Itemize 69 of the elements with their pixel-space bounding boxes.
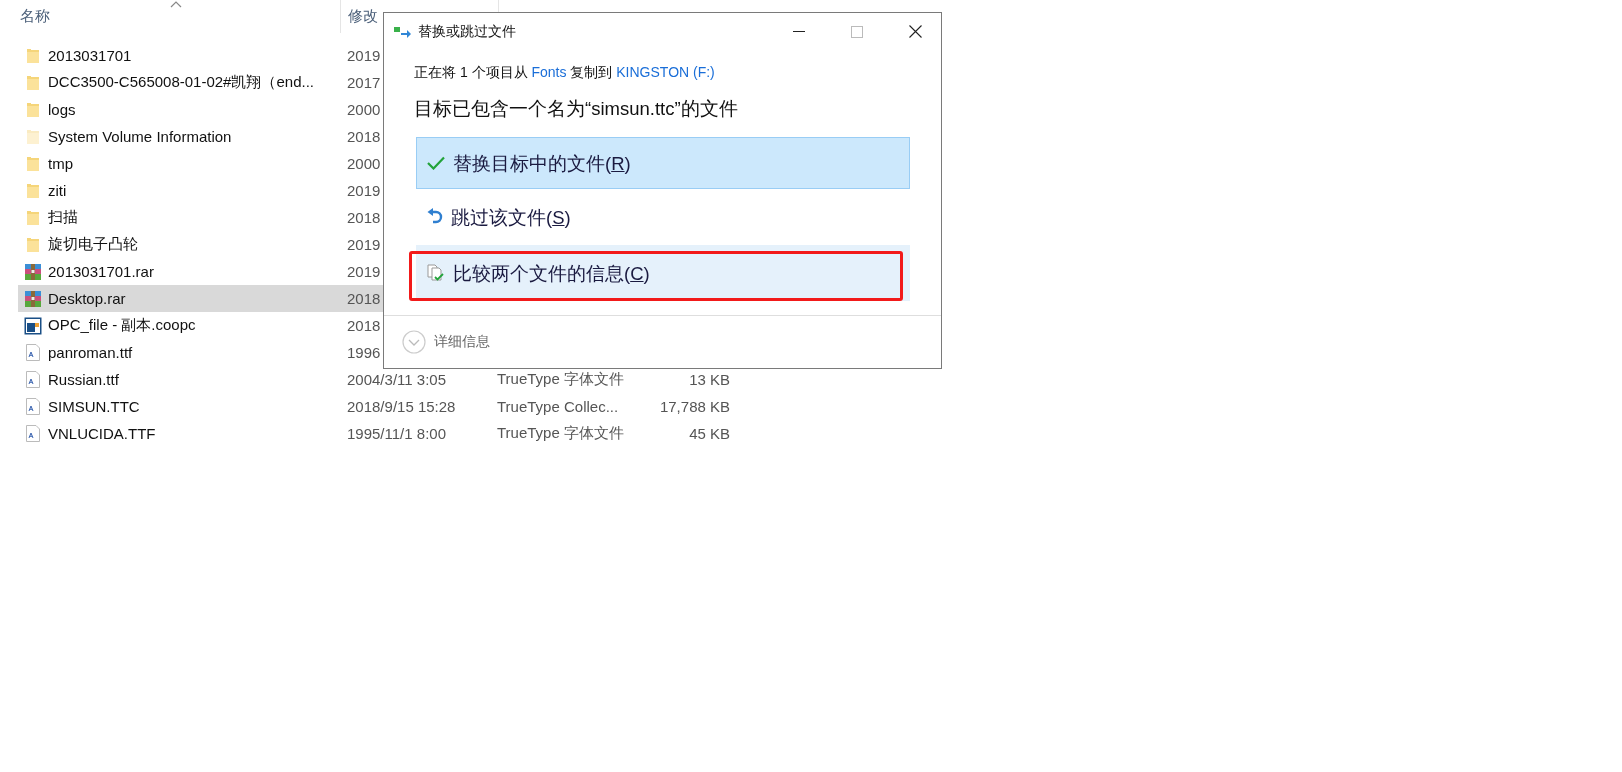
column-header[interactable]: 名称 — [20, 7, 50, 26]
file-name: VNLUCIDA.TTF — [48, 425, 156, 442]
minimize-icon[interactable] — [793, 30, 805, 33]
archive-icon — [24, 289, 42, 308]
file-size: 13 KB — [689, 371, 730, 388]
file-type: TrueType 字体文件 — [497, 424, 624, 443]
close-icon[interactable] — [909, 25, 922, 38]
folder-icon — [26, 128, 40, 145]
file-date: 2018 — [347, 290, 381, 307]
file-name: SIMSUN.TTC — [48, 398, 140, 415]
file-date: 2018 — [347, 209, 381, 226]
conflict-message: 目标已包含一个名为“simsun.ttc”的文件 — [414, 97, 739, 121]
folder-icon — [26, 47, 40, 64]
file-name: OPC_file - 副本.coopc — [48, 316, 196, 335]
details-toggle[interactable]: 详细信息 — [402, 330, 490, 354]
file-name: 扫描 — [48, 208, 78, 227]
file-name: 2013031701 — [48, 47, 132, 64]
font-file-icon — [26, 398, 40, 415]
source-link[interactable]: Fonts — [531, 64, 567, 80]
folder-icon — [26, 155, 40, 172]
undo-arrow-icon — [427, 208, 443, 226]
file-row[interactable]: VNLUCIDA.TTF 1995/11/1 8:00 TrueType 字体文件 45 KB — [18, 420, 740, 447]
file-type: TrueType Collec... — [497, 398, 619, 415]
file-row[interactable]: Russian.ttf 2004/3/11 3:05 TrueType 字体文件 13 KB — [18, 366, 740, 393]
file-date: 2019 — [347, 182, 381, 199]
file-name: System Volume Information — [48, 128, 232, 145]
option-button[interactable]: 替换目标中的文件(R) — [416, 137, 910, 189]
folder-icon — [26, 182, 40, 199]
folder-icon — [26, 101, 40, 118]
destination-link[interactable]: KINGSTON (F:) — [616, 64, 715, 80]
folder-icon — [26, 74, 40, 91]
copy-status-text: 正在将 1 个项目从 Fonts 复制到 KINGSTON (F:) — [414, 64, 716, 82]
file-date: 2018 — [347, 317, 381, 334]
file-date: 2004/3/11 3:05 — [347, 371, 446, 388]
file-name: Russian.ttf — [48, 371, 119, 388]
file-size: 45 KB — [689, 425, 730, 442]
app-icon — [24, 316, 42, 335]
file-name: 旋切电子凸轮 — [48, 235, 138, 254]
file-date: 1996 — [347, 344, 381, 361]
checkmark-icon — [427, 156, 445, 170]
archive-icon — [24, 262, 42, 281]
file-name: tmp — [48, 155, 73, 172]
copy-icon — [394, 25, 412, 38]
column-header[interactable]: 修改 — [348, 7, 378, 26]
file-name: panroman.ttf — [48, 344, 133, 361]
font-file-icon — [26, 371, 40, 388]
file-name: DCC3500-C565008-01-02#凯翔（end... — [48, 73, 314, 92]
file-name: 2013031701.rar — [48, 263, 154, 280]
compare-files-icon — [427, 264, 445, 282]
font-file-icon — [26, 425, 40, 442]
window-title: 替换或跳过文件 — [418, 22, 516, 41]
file-date: 2000 — [347, 101, 381, 118]
file-date: 1995/11/1 8:00 — [347, 425, 446, 442]
file-size: 17,788 KB — [659, 398, 730, 415]
font-file-icon — [26, 344, 40, 361]
file-name: logs — [48, 101, 76, 118]
file-date: 2017 — [347, 74, 381, 91]
file-type: TrueType 字体文件 — [497, 370, 624, 389]
file-date: 2019 — [347, 263, 381, 280]
folder-icon — [26, 236, 40, 253]
folder-icon — [26, 209, 40, 226]
file-date: 2018 — [347, 128, 381, 145]
file-date: 2000 — [347, 155, 381, 172]
file-date: 2018/9/15 15:28 — [347, 398, 456, 415]
file-name: ziti — [48, 182, 67, 199]
file-date: 2019 — [347, 236, 381, 253]
file-name: Desktop.rar — [48, 290, 126, 307]
file-date: 2019 — [347, 47, 381, 64]
file-row[interactable]: SIMSUN.TTC 2018/9/15 15:28 TrueType Collec... 17,788 KB — [18, 393, 740, 420]
